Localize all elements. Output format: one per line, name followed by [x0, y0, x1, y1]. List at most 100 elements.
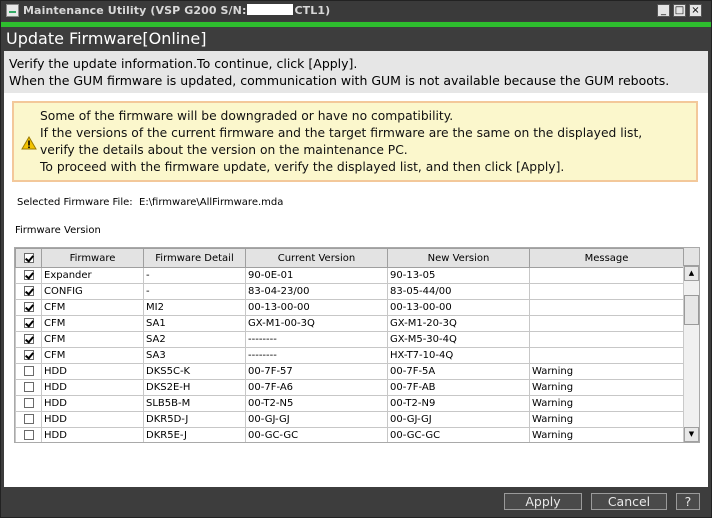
- new-version-cell: 00-13-00-00: [387, 299, 530, 316]
- maximize-button[interactable]: □: [673, 4, 686, 17]
- firmware-detail-cell: SA3: [143, 347, 246, 364]
- message-cell: [529, 331, 684, 348]
- row-select-cell[interactable]: [15, 347, 42, 364]
- column-header-message[interactable]: Message: [529, 248, 684, 268]
- message-cell: [529, 315, 684, 332]
- window-title: Maintenance Utility (VSP G200 S/N: CTL1): [23, 4, 330, 17]
- help-button[interactable]: ?: [676, 493, 700, 510]
- table-row[interactable]: HDD DKS5C-K 00-7F-57 00-7F-5A Warning: [15, 363, 684, 380]
- scroll-down-icon: ▼: [688, 430, 695, 438]
- row-select-cell[interactable]: [15, 379, 42, 396]
- row-checkbox[interactable]: [23, 366, 34, 376]
- title-bar: Maintenance Utility (VSP G200 S/N: CTL1) …: [1, 1, 711, 21]
- row-checkbox[interactable]: [23, 430, 34, 440]
- message-cell: [529, 347, 684, 364]
- window-title-suffix: CTL1): [294, 4, 331, 17]
- row-checkbox[interactable]: [23, 302, 34, 312]
- row-checkbox[interactable]: [23, 398, 34, 408]
- app-icon: [6, 4, 19, 17]
- info-area: Verify the update information.To continu…: [4, 51, 708, 93]
- selected-file: Selected Firmware File: E:\firmware\AllF…: [17, 197, 283, 208]
- row-checkbox[interactable]: [23, 270, 34, 280]
- firmware-detail-cell: DKS2E-H: [143, 379, 246, 396]
- maximize-icon: □: [674, 5, 685, 16]
- row-select-cell[interactable]: [15, 315, 42, 332]
- row-select-cell[interactable]: [15, 363, 42, 380]
- firmware-cell: CFM: [41, 315, 144, 332]
- row-select-cell[interactable]: [15, 283, 42, 300]
- minimize-icon: _: [661, 5, 666, 16]
- page-header: Update Firmware[Online]: [1, 27, 711, 51]
- minimize-button[interactable]: _: [657, 4, 670, 17]
- current-version-cell: 00-7F-A6: [245, 379, 388, 396]
- row-checkbox[interactable]: [23, 334, 34, 344]
- firmware-cell: HDD: [41, 363, 144, 380]
- scrollbar-thumb[interactable]: [684, 295, 699, 325]
- firmware-detail-cell: -: [143, 283, 246, 300]
- firmware-table: Firmware Firmware Detail Current Version…: [14, 247, 700, 443]
- table-row[interactable]: CFM SA2 -------- GX-M5-30-4Q: [15, 331, 684, 348]
- row-select-cell[interactable]: [15, 395, 42, 412]
- message-cell: [529, 299, 684, 316]
- new-version-cell: 83-05-44/00: [387, 283, 530, 300]
- row-checkbox[interactable]: [23, 318, 34, 328]
- page-title: Update Firmware[Online]: [6, 29, 207, 48]
- column-header-firmware[interactable]: Firmware: [41, 248, 144, 268]
- info-line-2: When the GUM firmware is updated, commun…: [9, 73, 670, 88]
- column-header-firmware-detail[interactable]: Firmware Detail: [143, 248, 246, 268]
- table-row[interactable]: HDD DKR5D-J 00-GJ-GJ 00-GJ-GJ Warning: [15, 411, 684, 428]
- close-button[interactable]: ×: [689, 4, 702, 17]
- row-checkbox[interactable]: [23, 286, 34, 296]
- current-version-cell: GX-M1-00-3Q: [245, 315, 388, 332]
- cancel-button[interactable]: Cancel: [591, 493, 667, 510]
- message-cell: Warning: [529, 411, 684, 428]
- firmware-cell: CFM: [41, 299, 144, 316]
- scroll-down-button[interactable]: ▼: [684, 427, 699, 442]
- warning-line-1: Some of the firmware will be downgraded …: [40, 109, 454, 123]
- table-row[interactable]: CFM MI2 00-13-00-00 00-13-00-00: [15, 299, 684, 316]
- info-line-1: Verify the update information.To continu…: [9, 56, 358, 71]
- row-select-cell[interactable]: [15, 267, 42, 284]
- current-version-cell: 00-13-00-00: [245, 299, 388, 316]
- row-checkbox[interactable]: [23, 414, 34, 424]
- table-row[interactable]: HDD DKS2E-H 00-7F-A6 00-7F-AB Warning: [15, 379, 684, 396]
- scroll-up-button[interactable]: ▲: [684, 266, 699, 281]
- firmware-detail-cell: DKR5D-J: [143, 411, 246, 428]
- button-bar: Apply Cancel ?: [1, 489, 711, 517]
- table-row[interactable]: HDD DKR5E-J 00-GC-GC 00-GC-GC Warning: [15, 427, 684, 442]
- scroll-up-icon: ▲: [688, 269, 695, 277]
- column-header-current-version[interactable]: Current Version: [245, 248, 388, 268]
- row-select-cell[interactable]: [15, 411, 42, 428]
- table-row[interactable]: Expander -90-0E-01 90-13-05: [15, 267, 684, 284]
- current-version-cell: --------: [245, 331, 388, 348]
- table-row[interactable]: CFM SA1 GX-M1-00-3Q GX-M1-20-3Q: [15, 315, 684, 332]
- content-panel: Verify the update information.To continu…: [4, 51, 708, 487]
- warning-line-3: verify the details about the version on …: [40, 143, 408, 157]
- row-checkbox[interactable]: [23, 350, 34, 360]
- firmware-cell: HDD: [41, 427, 144, 442]
- column-header-new-version[interactable]: New Version: [387, 248, 530, 268]
- table-row[interactable]: HDD SLB5B-M 00-T2-N5 00-T2-N9 Warning: [15, 395, 684, 412]
- new-version-cell: 00-GJ-GJ: [387, 411, 530, 428]
- firmware-grid: Firmware Firmware Detail Current Version…: [15, 248, 684, 442]
- firmware-detail-cell: -: [143, 267, 246, 284]
- vertical-scrollbar[interactable]: ▲ ▼: [683, 266, 699, 442]
- select-all-header[interactable]: [15, 248, 42, 268]
- current-version-cell: 90-0E-01: [245, 267, 388, 284]
- table-row[interactable]: CFM SA3 -------- HX-T7-10-4Q: [15, 347, 684, 364]
- message-cell: [529, 267, 684, 284]
- row-checkbox[interactable]: [23, 382, 34, 392]
- row-select-cell[interactable]: [15, 427, 42, 442]
- table-row[interactable]: CONFIG -83-04-23/00 83-05-44/00: [15, 283, 684, 300]
- new-version-cell: 00-GC-GC: [387, 427, 530, 442]
- firmware-detail-cell: SA1: [143, 315, 246, 332]
- row-select-cell[interactable]: [15, 299, 42, 316]
- message-cell: Warning: [529, 379, 684, 396]
- new-version-cell: 00-7F-AB: [387, 379, 530, 396]
- table-header-row: Firmware Firmware Detail Current Version…: [15, 248, 684, 268]
- current-version-cell: 00-T2-N5: [245, 395, 388, 412]
- row-select-cell[interactable]: [15, 331, 42, 348]
- apply-button[interactable]: Apply: [504, 493, 582, 510]
- new-version-cell: GX-M5-30-4Q: [387, 331, 530, 348]
- select-all-checkbox[interactable]: [23, 252, 34, 263]
